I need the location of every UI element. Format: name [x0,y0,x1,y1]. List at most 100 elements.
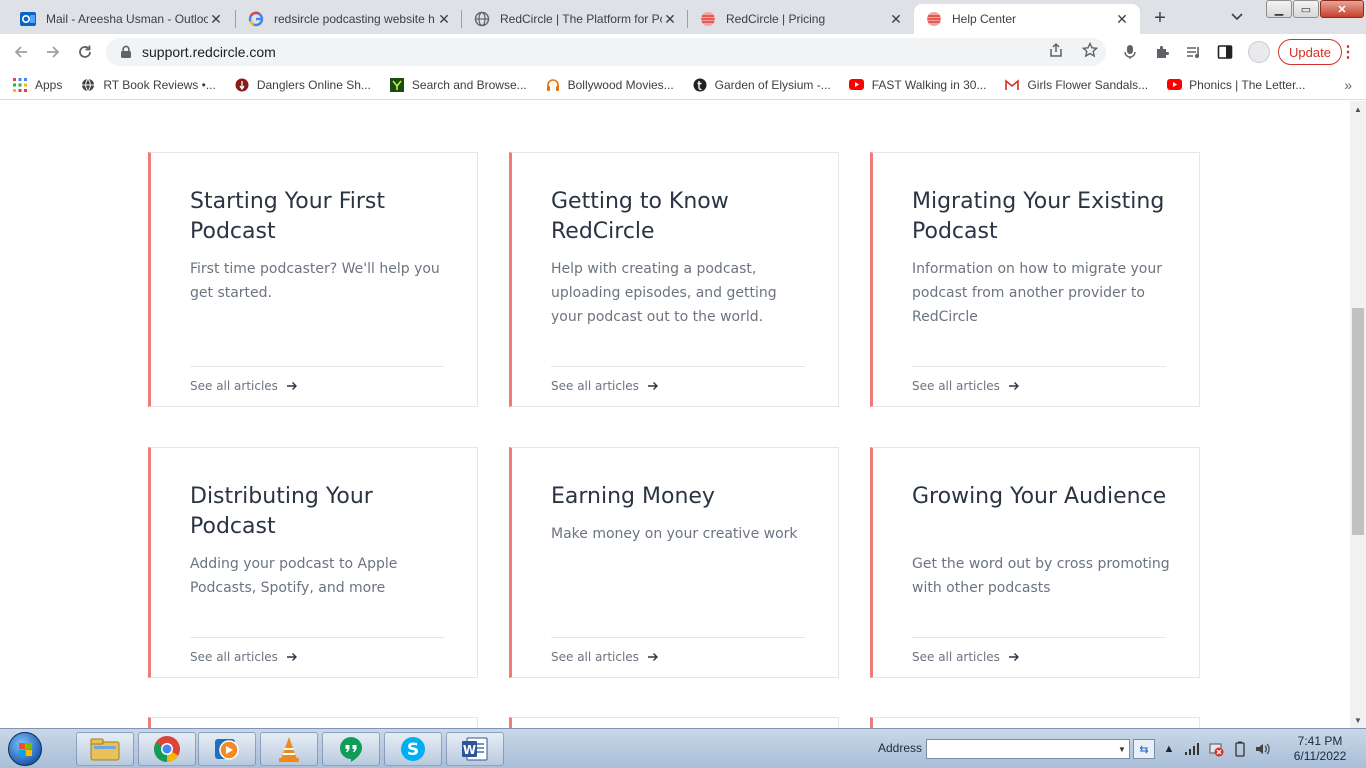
see-all-articles-link[interactable]: See all articles [912,379,1020,393]
link-label: See all articles [190,379,278,393]
card-description: Make money on your creative work [551,526,798,542]
share-icon[interactable] [1046,40,1066,60]
more-menu-icon[interactable]: ⋮ [1338,42,1358,62]
tab-outlook[interactable]: Mail - Areesha Usman - Outlook ✕ [8,4,234,34]
profile-avatar[interactable] [1248,41,1270,63]
battery-icon[interactable] [1232,741,1248,757]
see-all-articles-link[interactable]: See all articles [551,650,659,664]
card-title: Starting Your First Podcast [190,189,386,244]
signal-bars-icon[interactable] [1184,741,1200,757]
tab-redcircle-platform[interactable]: RedCircle | The Platform for Po ✕ [462,4,688,34]
tab-help-center[interactable]: Help Center ✕ [914,4,1140,34]
media-queue-icon[interactable] [1183,42,1203,62]
bookmark-label: RT Book Reviews •... [103,77,216,92]
tab-title: RedCircle | Pricing [726,12,826,26]
file-explorer-icon[interactable] [76,732,134,766]
go-arrows-icon[interactable]: ⇆ [1133,739,1155,759]
arrow-right-icon [647,652,659,662]
lock-icon[interactable] [118,45,134,59]
maximize-button[interactable]: ▭ [1293,0,1319,18]
category-card[interactable]: Distributing Your Podcast Adding your po… [148,447,478,678]
bookmarks-overflow-icon[interactable]: » [1344,77,1352,93]
close-tab-icon[interactable]: ✕ [888,11,904,27]
bookmark-search-browse[interactable]: Search and Browse... [389,77,527,93]
back-arrow-icon[interactable] [8,39,34,65]
vlc-icon[interactable] [260,732,318,766]
url-text: support.redcircle.com [142,44,276,60]
clock-time: 7:41 PM [1297,734,1343,748]
bookmark-rt-book-reviews[interactable]: RT Book Reviews •... [80,77,216,93]
card-description: Help with creating a podcast, uploading … [551,261,777,325]
address-dropdown-icon[interactable]: ▼ [1116,740,1128,758]
skype-icon[interactable]: S [384,732,442,766]
update-button[interactable]: Update [1278,39,1342,65]
address-toolbar-label: Address [878,741,923,755]
volume-icon[interactable] [1254,741,1270,757]
tab-title: Mail - Areesha Usman - Outlook [46,12,208,26]
category-card[interactable]: Getting to Know RedCircle Help with crea… [509,152,839,407]
new-tab-button[interactable]: + [1147,5,1173,31]
scroll-down-arrow-icon[interactable]: ▼ [1350,712,1366,728]
bookmark-phonics[interactable]: Phonics | The Letter... [1166,77,1305,93]
bookmark-apps[interactable]: Apps [12,77,62,93]
card-divider [190,366,444,367]
close-tab-icon[interactable]: ✕ [662,11,678,27]
category-card[interactable]: Growing Your Audience Get the word out b… [870,447,1200,678]
bookmark-label: Search and Browse... [411,77,527,92]
bookmark-label: Garden of Elysium -... [714,77,831,92]
close-tab-icon[interactable]: ✕ [208,11,224,27]
windows-logo-icon [8,732,42,766]
bookmark-garden-elysium[interactable]: Garden of Elysium -... [692,77,831,93]
card-divider [190,637,444,638]
category-card-partial[interactable] [509,717,839,728]
network-error-icon[interactable] [1208,741,1224,757]
category-card-partial[interactable] [870,717,1200,728]
card-description: Information on how to migrate your podca… [912,261,1163,325]
scroll-up-arrow-icon[interactable]: ▲ [1350,101,1366,117]
category-card-partial[interactable] [148,717,478,728]
bookmark-star-icon[interactable] [1080,40,1100,60]
category-card[interactable]: Earning Money Make money on your creativ… [509,447,839,678]
svg-text:S: S [407,740,419,760]
start-button[interactable] [4,731,46,767]
bookmark-danglers[interactable]: Danglers Online Sh... [234,77,371,93]
bookmark-label: Phonics | The Letter... [1189,77,1306,92]
close-window-button[interactable]: ✕ [1320,0,1364,18]
side-panel-icon[interactable] [1215,42,1235,62]
link-label: See all articles [551,379,639,393]
extensions-icon[interactable] [1152,42,1172,62]
see-all-articles-link[interactable]: See all articles [190,379,298,393]
page-scrollbar[interactable]: ▲ ▼ [1350,101,1366,728]
chevron-down-icon[interactable] [1226,6,1248,28]
card-description: First time podcaster? We'll help you get… [190,261,440,301]
card-divider [551,637,805,638]
bookmark-fast-walking[interactable]: FAST Walking in 30... [849,77,986,93]
see-all-articles-link[interactable]: See all articles [190,650,298,664]
minimize-button[interactable]: ▁ [1266,0,1292,18]
close-tab-icon[interactable]: ✕ [436,11,452,27]
category-card[interactable]: Migrating Your Existing Podcast Informat… [870,152,1200,407]
system-clock[interactable]: 7:41 PM 6/11/2022 [1284,734,1356,764]
chrome-icon[interactable] [138,732,196,766]
show-hidden-icons-icon[interactable]: ▲ [1161,741,1177,757]
taskbar-address-input[interactable] [926,739,1130,759]
tab-google-search[interactable]: redsircle podcasting website h ✕ [236,4,462,34]
bookmark-girls-sandals[interactable]: Girls Flower Sandals... [1004,77,1148,93]
close-tab-icon[interactable]: ✕ [1114,11,1130,27]
address-bar[interactable]: support.redcircle.com [106,38,1106,66]
forward-arrow-icon[interactable] [40,39,66,65]
card-description: Adding your podcast to Apple Podcasts, S… [190,556,398,596]
scrollbar-thumb[interactable] [1352,308,1364,535]
reload-icon[interactable] [72,39,98,65]
microphone-icon[interactable] [1120,42,1140,62]
see-all-articles-link[interactable]: See all articles [912,650,1020,664]
tab-redcircle-pricing[interactable]: RedCircle | Pricing ✕ [688,4,914,34]
card-description: Get the word out by cross promoting with… [912,556,1170,596]
see-all-articles-link[interactable]: See all articles [551,379,659,393]
bookmark-bollywood[interactable]: Bollywood Movies... [545,77,674,93]
word-icon[interactable]: W [446,732,504,766]
hangouts-icon[interactable] [322,732,380,766]
category-card[interactable]: Starting Your First Podcast First time p… [148,152,478,407]
media-player-icon[interactable] [198,732,256,766]
link-label: See all articles [912,650,1000,664]
